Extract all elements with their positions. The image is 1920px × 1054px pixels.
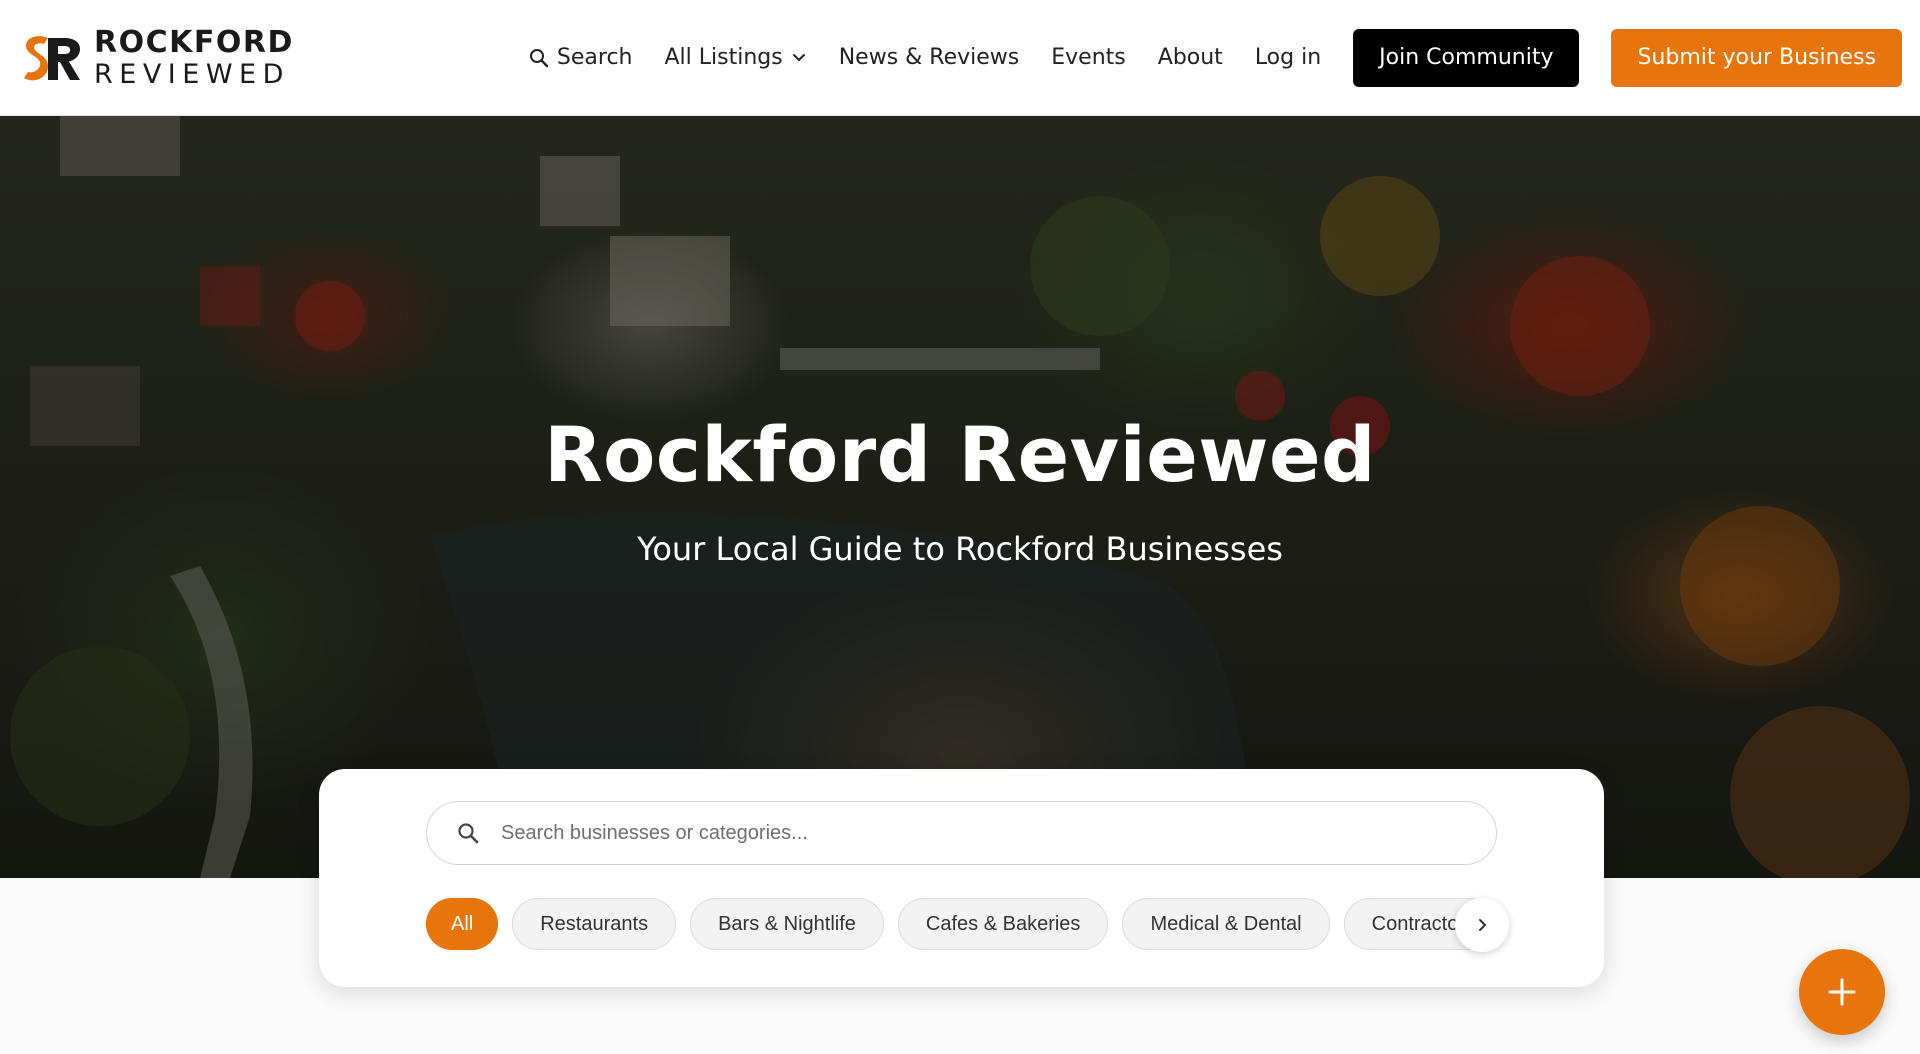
hero-subtitle: Your Local Guide to Rockford Businesses — [637, 530, 1283, 568]
category-chip-restaurants[interactable]: Restaurants — [512, 898, 677, 950]
category-chip-medical-dental[interactable]: Medical & Dental — [1122, 898, 1330, 950]
main-nav: Search All Listings News & Reviews Event… — [497, 28, 1902, 87]
add-fab-button[interactable] — [1799, 949, 1885, 1035]
nav-search[interactable]: Search — [529, 45, 633, 70]
rr-logo-icon — [24, 35, 80, 80]
category-chip-cafes-bakeries[interactable]: Cafes & Bakeries — [897, 898, 1109, 950]
hero-banner: Rockford Reviewed Your Local Guide to Ro… — [0, 116, 1920, 878]
nav-news-reviews[interactable]: News & Reviews — [839, 45, 1020, 70]
nav-all-listings-label: All Listings — [664, 45, 783, 70]
search-icon — [458, 823, 479, 844]
site-logo[interactable]: ROCKFORD REVIEWED — [18, 24, 294, 90]
hero-title: Rockford Reviewed — [544, 410, 1376, 499]
logo-wordmark-bottom: REVIEWED — [94, 58, 290, 90]
nav-all-listings[interactable]: All Listings — [665, 45, 807, 70]
category-scroll-next-button[interactable] — [1455, 898, 1509, 952]
chevron-down-icon — [792, 53, 805, 61]
join-community-button[interactable]: Join Community — [1353, 28, 1580, 87]
nav-login[interactable]: Log in — [1255, 45, 1321, 70]
submit-business-button[interactable]: Submit your Business — [1611, 28, 1902, 87]
search-icon — [529, 48, 549, 67]
nav-events[interactable]: Events — [1051, 45, 1126, 70]
category-filter-bar: All Restaurants Bars & Nightlife Cafes &… — [426, 897, 1476, 951]
nav-search-label: Search — [556, 45, 633, 70]
logo-wordmark-top: ROCKFORD — [94, 24, 294, 60]
category-chip-all[interactable]: All — [426, 898, 499, 950]
search-placeholder: Search businesses or categories... — [501, 821, 808, 844]
search-panel: Search businesses or categories... All R… — [319, 769, 1604, 987]
plus-icon — [1828, 978, 1856, 1006]
category-chip-bars-nightlife[interactable]: Bars & Nightlife — [690, 898, 884, 950]
search-input[interactable]: Search businesses or categories... — [426, 801, 1497, 865]
nav-about[interactable]: About — [1158, 45, 1223, 70]
chevron-right-icon — [1479, 919, 1486, 931]
site-header: ROCKFORD REVIEWED Search All Listings Ne… — [0, 0, 1920, 116]
